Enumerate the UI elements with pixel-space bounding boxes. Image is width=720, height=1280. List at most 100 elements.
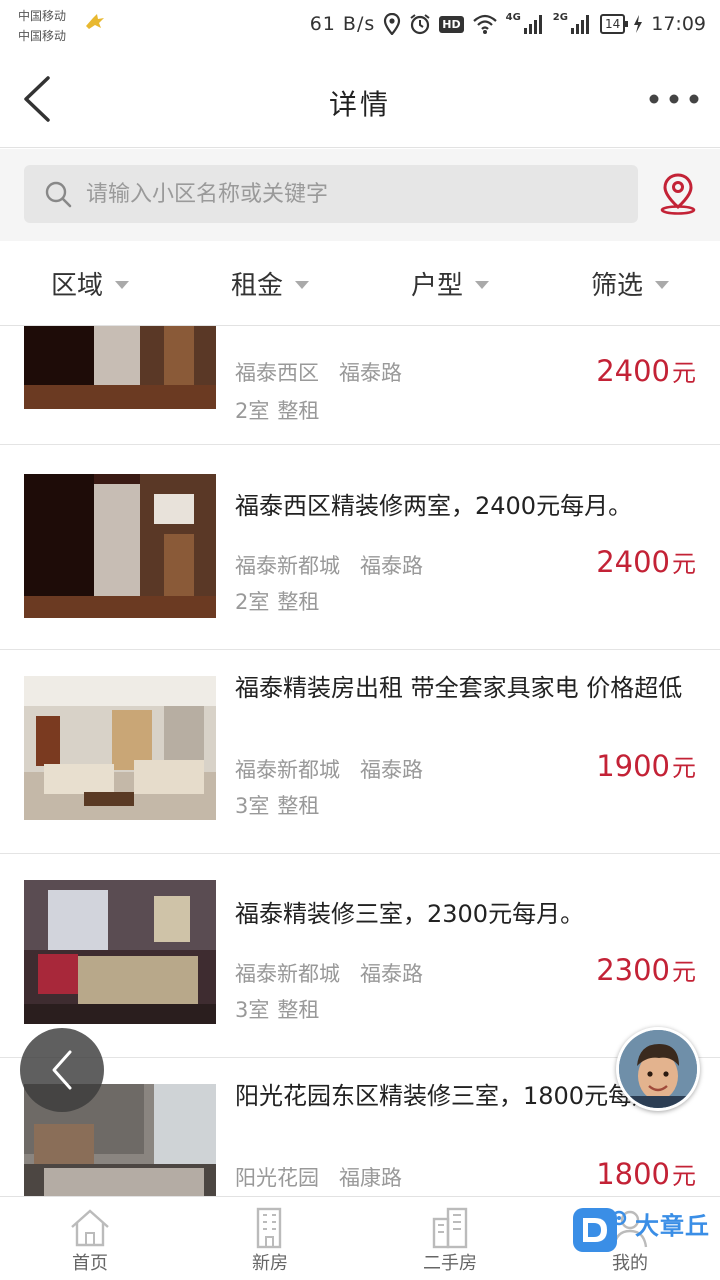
nav-home[interactable]: 首页: [0, 1197, 180, 1280]
hd-badge: HD: [439, 15, 464, 33]
customer-service-avatar[interactable]: [616, 1027, 700, 1111]
listing-price: 1900元: [596, 748, 696, 783]
search-icon: [45, 181, 72, 208]
listing-meta: 2室 整租: [235, 395, 319, 425]
filter-more[interactable]: 筛选: [540, 241, 720, 325]
nav-second-hand[interactable]: 二手房: [360, 1197, 540, 1280]
listing-meta: 3室 整租: [235, 790, 319, 820]
dropdown-caret-icon: [655, 281, 669, 289]
dropdown-caret-icon: [295, 281, 309, 289]
network-speed: 61 B/s: [309, 13, 376, 35]
nav-new-house[interactable]: 新房: [180, 1197, 360, 1280]
nav-label: 新房: [252, 1253, 288, 1274]
filter-bar: 区域 租金 户型 筛选: [0, 241, 720, 326]
battery-level: 14: [599, 14, 629, 34]
price-unit: 元: [672, 550, 696, 578]
listing-price: 2400元: [596, 544, 696, 579]
status-bar: 中国移动 中国移动 61 B/s HD 4G 2G 14 17:09: [0, 0, 720, 50]
filter-area[interactable]: 区域: [0, 241, 180, 325]
listing-item[interactable]: 福泰精装房出租 带全套家具家电 价格超低 福泰新都城 福泰路 1900元 3室 整租: [0, 650, 720, 854]
network-type-1: 4G: [505, 11, 521, 23]
rental-type: 整租: [277, 399, 320, 423]
road-name: 福泰路: [360, 554, 423, 578]
filter-label: 筛选: [590, 270, 643, 301]
avatar-image: [619, 1030, 697, 1108]
search-box[interactable]: [24, 165, 638, 223]
search-input[interactable]: [86, 181, 606, 207]
signal-icon-1: [523, 15, 542, 34]
listing-item[interactable]: 福泰西区 福泰路 2400元 2室 整租: [0, 326, 720, 445]
listing-photo: [24, 326, 216, 409]
price-unit: 元: [672, 1162, 696, 1190]
buildings-icon: [432, 1207, 468, 1249]
clock: 17:09: [651, 13, 706, 35]
listing-title: 福泰精装房出租 带全套家具家电 价格超低: [235, 674, 683, 702]
price-unit: 元: [672, 359, 696, 387]
community-name: 阳光花园: [235, 1166, 319, 1190]
rental-type: 整租: [277, 794, 320, 818]
listing-price: 2300元: [596, 952, 696, 987]
title-bar: 详情: [0, 50, 720, 148]
listing-location: 福泰西区 福泰路: [235, 357, 402, 387]
dropdown-caret-icon: [115, 281, 129, 289]
nav-label: 首页: [72, 1253, 108, 1274]
filter-label: 区域: [50, 270, 103, 301]
listing-item[interactable]: 阳光花园东区精装修三室，1800元每月。 阳光花园福康路 1800元 3室整租: [0, 1058, 720, 1196]
community-name: 福泰新都城: [235, 758, 340, 782]
price-unit: 元: [672, 958, 696, 986]
road-name: 福泰路: [360, 962, 423, 986]
room-count: 2室: [235, 399, 270, 423]
community-name: 福泰新都城: [235, 962, 340, 986]
carrier-info: 中国移动 中国移动: [18, 6, 104, 46]
price-value: 1800: [596, 1157, 670, 1191]
listing-price: 1800元: [596, 1156, 696, 1191]
network-type-2: 2G: [552, 11, 568, 23]
listing-item[interactable]: 福泰精装修三室，2300元每月。 福泰新都城 福泰路 2300元 3室 整租: [0, 854, 720, 1058]
room-count: 3室: [235, 794, 270, 818]
filter-label: 户型: [410, 270, 463, 301]
road-name: 福康路: [339, 1166, 402, 1190]
listing-location: 福泰新都城 福泰路: [235, 754, 423, 784]
rental-type: 整租: [277, 590, 320, 614]
community-name: 福泰西区: [235, 361, 319, 385]
filter-layout[interactable]: 户型: [360, 241, 540, 325]
listing-price: 2400元: [596, 353, 696, 388]
carrier-1: 中国移动: [18, 9, 67, 23]
user-icon: [612, 1210, 648, 1248]
listing-list: 福泰西区 福泰路 2400元 2室 整租 福泰西区精装修两室，2400元每月。 福泰…: [0, 326, 720, 1196]
filter-label: 租金: [230, 270, 283, 301]
chevron-left-icon: [52, 1050, 72, 1090]
road-name: 福泰路: [339, 361, 402, 385]
nav-label: 我的: [612, 1253, 648, 1274]
location-status-icon: [384, 13, 401, 35]
listing-title: 福泰西区精装修两室，2400元每月。: [235, 492, 633, 520]
filter-rent[interactable]: 租金: [180, 241, 360, 325]
bottom-navigation: 首页 新房 二手房 我的: [0, 1196, 720, 1280]
listing-location: 福泰新都城 福泰路: [235, 958, 423, 988]
home-icon: [71, 1209, 109, 1247]
listing-meta: 2室 整租: [235, 586, 319, 616]
listing-location: 福泰新都城 福泰路: [235, 550, 423, 580]
listing-item[interactable]: 福泰西区精装修两室，2400元每月。 福泰新都城 福泰路 2400元 2室 整租: [0, 446, 720, 650]
price-value: 2400: [596, 545, 670, 579]
alarm-icon: [410, 14, 430, 35]
page-title: 详情: [328, 88, 391, 121]
nav-mine[interactable]: 我的: [540, 1197, 720, 1280]
floating-back-button[interactable]: [20, 1028, 104, 1112]
rental-type: 整租: [277, 998, 320, 1022]
app-notification-icon: [86, 14, 104, 29]
listing-location: 阳光花园 福康路: [235, 1162, 402, 1192]
price-value: 2300: [596, 953, 670, 987]
map-location-icon[interactable]: [658, 173, 698, 215]
price-value: 2400: [596, 354, 670, 388]
more-options-icon[interactable]: [646, 84, 702, 114]
room-count: 3室: [235, 998, 270, 1022]
wifi-icon: [472, 14, 497, 34]
listing-photo: [24, 676, 216, 820]
listing-photo: [24, 880, 216, 1024]
price-value: 1900: [596, 749, 670, 783]
listing-title: 福泰精装修三室，2300元每月。: [235, 900, 585, 928]
dropdown-caret-icon: [475, 281, 489, 289]
carrier-2: 中国移动: [18, 29, 67, 43]
listing-photo: [24, 474, 216, 618]
